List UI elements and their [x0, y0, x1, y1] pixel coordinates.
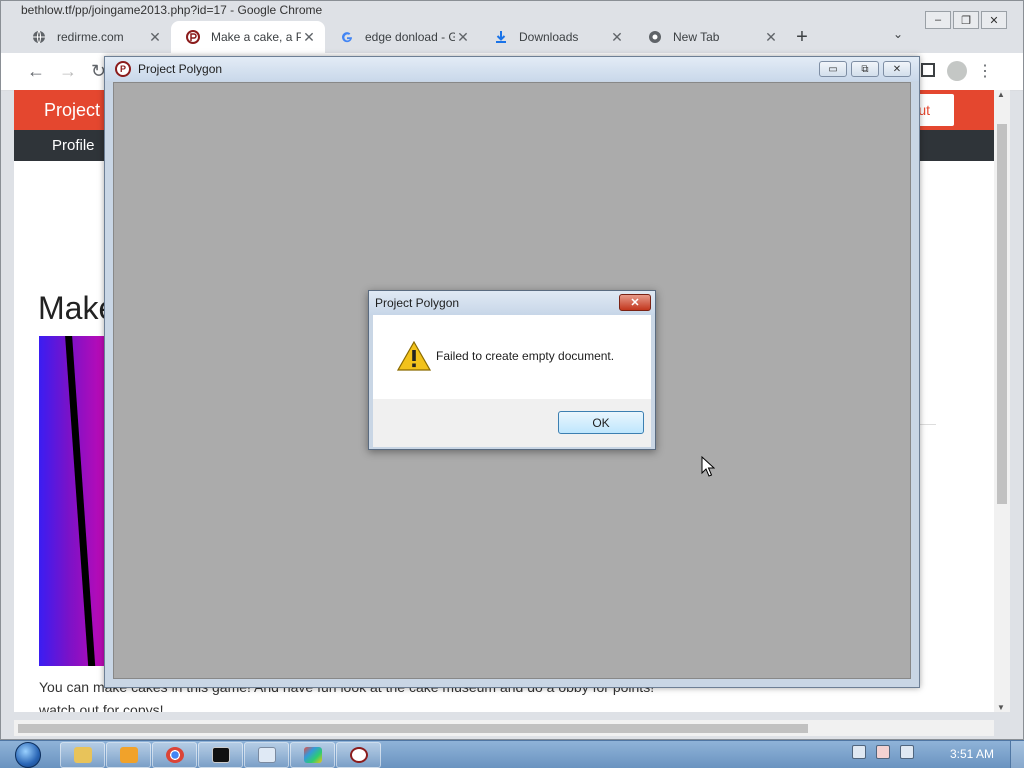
project-polygon-icon	[349, 747, 368, 763]
tab-title: edge donload - G	[365, 30, 455, 44]
tab-close-icon[interactable]: ✕	[763, 29, 779, 46]
taskbar-media-player[interactable]	[106, 742, 151, 768]
taskbar-chrome[interactable]	[152, 742, 197, 768]
page-horizontal-scrollbar[interactable]	[14, 720, 994, 736]
scroll-thumb[interactable]	[18, 724, 808, 733]
google-icon	[339, 29, 355, 45]
thumbnail-stripe	[64, 336, 97, 666]
volume-icon[interactable]	[900, 745, 914, 759]
tab-close-icon[interactable]: ✕	[455, 29, 471, 46]
tab-close-icon[interactable]: ✕	[609, 29, 625, 46]
app-window-controls: ▭ ⧉ ✕	[819, 61, 911, 77]
taskbar-explorer[interactable]	[60, 742, 105, 768]
extension-icon[interactable]	[921, 63, 935, 77]
taskbar-paint[interactable]	[290, 742, 335, 768]
browser-close-button[interactable]: ✕	[981, 11, 1007, 29]
dialog-close-button[interactable]: ✕	[619, 294, 651, 311]
scroll-up-icon[interactable]: ▲	[997, 90, 1005, 99]
browser-restore-button[interactable]: ❐	[953, 11, 979, 29]
tab-close-icon[interactable]: ✕	[147, 29, 163, 46]
tab-strip: redirme.com ✕ Make a cake, a P ✕ edge do…	[17, 21, 817, 53]
app-title: Project Polygon	[138, 62, 223, 76]
taskbar-cmd[interactable]	[198, 742, 243, 768]
project-polygon-icon: P	[115, 61, 131, 77]
tab-downloads[interactable]: Downloads ✕	[479, 21, 633, 53]
nav-profile-link[interactable]: Profile	[52, 137, 95, 154]
game-thumbnail	[39, 336, 105, 666]
project-polygon-icon	[185, 29, 201, 45]
chrome-icon	[165, 747, 184, 763]
tab-new-tab[interactable]: New Tab ✕	[633, 21, 787, 53]
site-brand[interactable]: Project	[44, 100, 100, 121]
taskbar-items	[60, 742, 381, 768]
action-center-icon[interactable]	[876, 745, 890, 759]
scroll-down-icon[interactable]: ▼	[997, 703, 1005, 712]
chrome-icon	[647, 29, 663, 45]
tab-title: Make a cake, a P	[211, 30, 301, 44]
dialog-body: Failed to create empty document.	[373, 315, 651, 399]
app-minimize-button[interactable]: ▭	[819, 61, 847, 77]
start-button[interactable]	[8, 741, 48, 768]
ok-button[interactable]: OK	[558, 411, 644, 434]
taskbar-clock[interactable]: 3:51 AM	[950, 747, 994, 761]
tab-edge-donload[interactable]: edge donload - G ✕	[325, 21, 479, 53]
app-titlebar[interactable]: P Project Polygon ▭ ⧉ ✕	[105, 57, 919, 81]
tab-close-icon[interactable]: ✕	[301, 29, 317, 46]
explorer-icon	[73, 747, 92, 763]
windows-start-icon	[15, 742, 41, 768]
dialog-message: Failed to create empty document.	[436, 349, 615, 363]
tab-title: New Tab	[673, 30, 720, 44]
cmd-icon	[211, 747, 230, 763]
scroll-thumb[interactable]	[997, 124, 1007, 504]
download-icon	[493, 29, 509, 45]
app-restore-button[interactable]: ⧉	[851, 61, 879, 77]
error-dialog: Project Polygon ✕ Failed to create empty…	[368, 290, 656, 450]
warning-icon	[397, 341, 431, 371]
browser-window-controls: – ❐ ✕	[925, 11, 1007, 29]
page-vertical-scrollbar[interactable]: ▲ ▼	[994, 90, 1010, 712]
dialog-titlebar[interactable]: Project Polygon ✕	[369, 291, 655, 315]
browser-minimize-button[interactable]: –	[925, 11, 951, 29]
back-button[interactable]: ←	[27, 61, 45, 82]
dialog-title: Project Polygon	[375, 296, 460, 310]
taskbar-project-polygon[interactable]	[336, 742, 381, 768]
media-player-icon	[119, 747, 138, 763]
paint-icon	[303, 747, 322, 763]
forward-button[interactable]: →	[59, 61, 77, 82]
mouse-cursor-icon	[701, 456, 715, 477]
tab-make-a-cake[interactable]: Make a cake, a P ✕	[171, 21, 325, 53]
tab-title: Downloads	[519, 30, 579, 44]
dialog-footer: OK	[373, 399, 651, 447]
tab-title: redirme.com	[57, 30, 124, 44]
app-close-button[interactable]: ✕	[883, 61, 911, 77]
browser-window-title: bethlow.tf/pp/joingame2013.php?id=17 - G…	[21, 3, 323, 17]
browser-menu-icon[interactable]: ⋮	[977, 61, 993, 81]
notepad-icon	[257, 747, 276, 763]
globe-icon	[31, 29, 47, 45]
taskbar-notepad[interactable]	[244, 742, 289, 768]
tab-redirme[interactable]: redirme.com ✕	[17, 21, 171, 53]
profile-avatar-icon[interactable]	[947, 61, 967, 81]
tab-search-icon[interactable]: ⌄	[893, 27, 903, 41]
taskbar: 3:51 AM	[0, 740, 1024, 768]
show-desktop-button[interactable]	[1010, 741, 1024, 768]
new-tab-button[interactable]: +	[787, 21, 817, 53]
network-icon[interactable]	[852, 745, 866, 759]
